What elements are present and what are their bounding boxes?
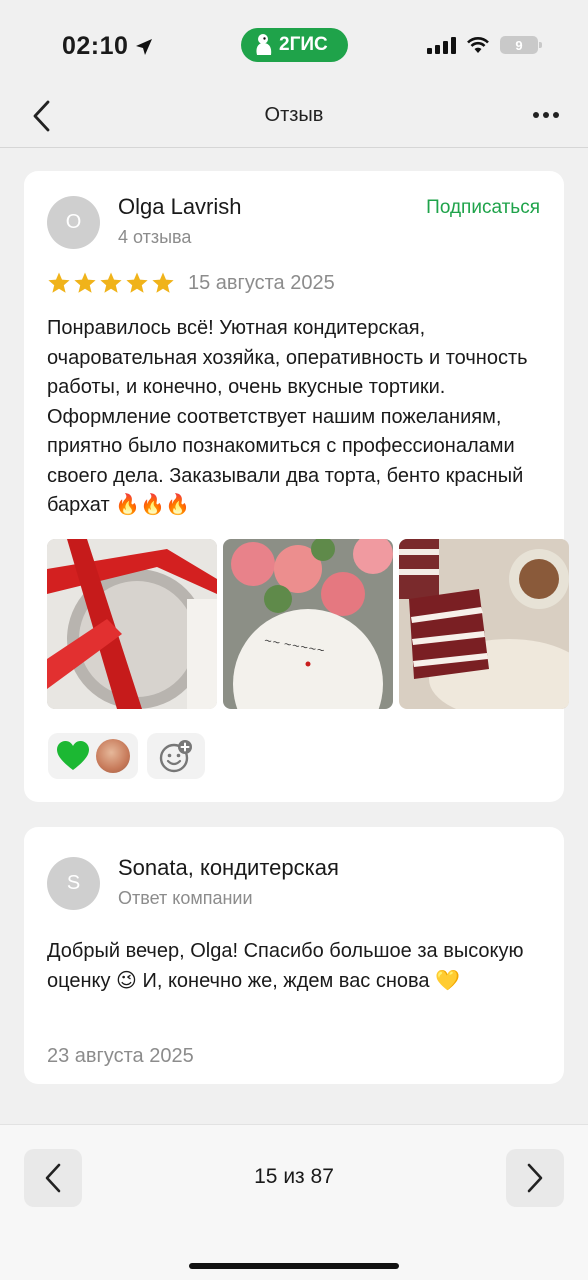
reaction-pill[interactable] [48,733,138,779]
add-reaction-icon [159,740,192,773]
more-dot-icon [533,112,539,118]
add-reaction-button[interactable] [147,733,205,779]
subscribe-button[interactable]: Подписаться [426,197,540,219]
app-badge-label: 2ГИС [279,34,328,55]
more-dot-icon [543,112,549,118]
green-heart-icon [57,741,89,770]
home-indicator[interactable] [189,1263,399,1269]
status-bar: 02:10 2ГИС 9 [0,0,588,90]
review-card: O Olga Lavrish 4 отзыва Подписаться 15 а… [24,171,569,802]
more-options-button[interactable] [530,100,562,130]
location-arrow-icon [136,38,153,55]
review-author[interactable]: Olga Lavrish [118,194,242,220]
review-author-meta: 4 отзыва [118,227,192,247]
reactor-avatar[interactable] [96,739,130,773]
nav-bar: Отзыв [0,90,588,148]
review-photos: ~~ ~~~~~ [47,539,569,709]
review-date: 15 августа 2025 [188,272,335,294]
reply-author-meta: Ответ компании [118,888,253,908]
star-icon [100,272,122,293]
cellular-signal-icon [427,36,456,54]
pager-bar: 15 из 87 [0,1124,588,1280]
review-photo-2[interactable]: ~~ ~~~~~ [223,539,393,709]
battery-icon: 9 [500,36,542,54]
company-avatar[interactable]: S [47,857,100,910]
clock: 02:10 [62,32,154,61]
star-icon [74,272,96,293]
avatar[interactable]: O [47,196,100,249]
reactions-bar [48,733,205,779]
reply-author[interactable]: Sonata, кондитерская [118,855,339,881]
review-photo-1[interactable] [47,539,217,709]
next-review-button[interactable] [506,1149,564,1207]
company-reply-card: S Sonata, кондитерская Ответ компании До… [24,827,564,1084]
rating-stars [47,271,175,295]
star-icon [48,272,70,293]
star-icon [152,272,174,293]
star-icon [126,272,148,293]
wifi-icon [467,37,489,53]
pager-position: 15 из 87 [254,1165,334,1188]
more-dot-icon [553,112,559,118]
reply-text: Добрый вечер, Olga! Спасибо большое за в… [47,940,524,992]
reply-date: 23 августа 2025 [47,1045,194,1067]
goose-logo-icon [256,34,272,55]
clock-time: 02:10 [62,32,129,60]
page-title: Отзыв [264,104,324,126]
app-badge[interactable]: 2ГИС [241,28,348,62]
chevron-right-icon [527,1163,543,1193]
review-text: Понравилось всё! Уютная кондитерская, оч… [47,317,528,516]
battery-level: 9 [515,37,523,53]
review-photo-3[interactable] [399,539,569,709]
